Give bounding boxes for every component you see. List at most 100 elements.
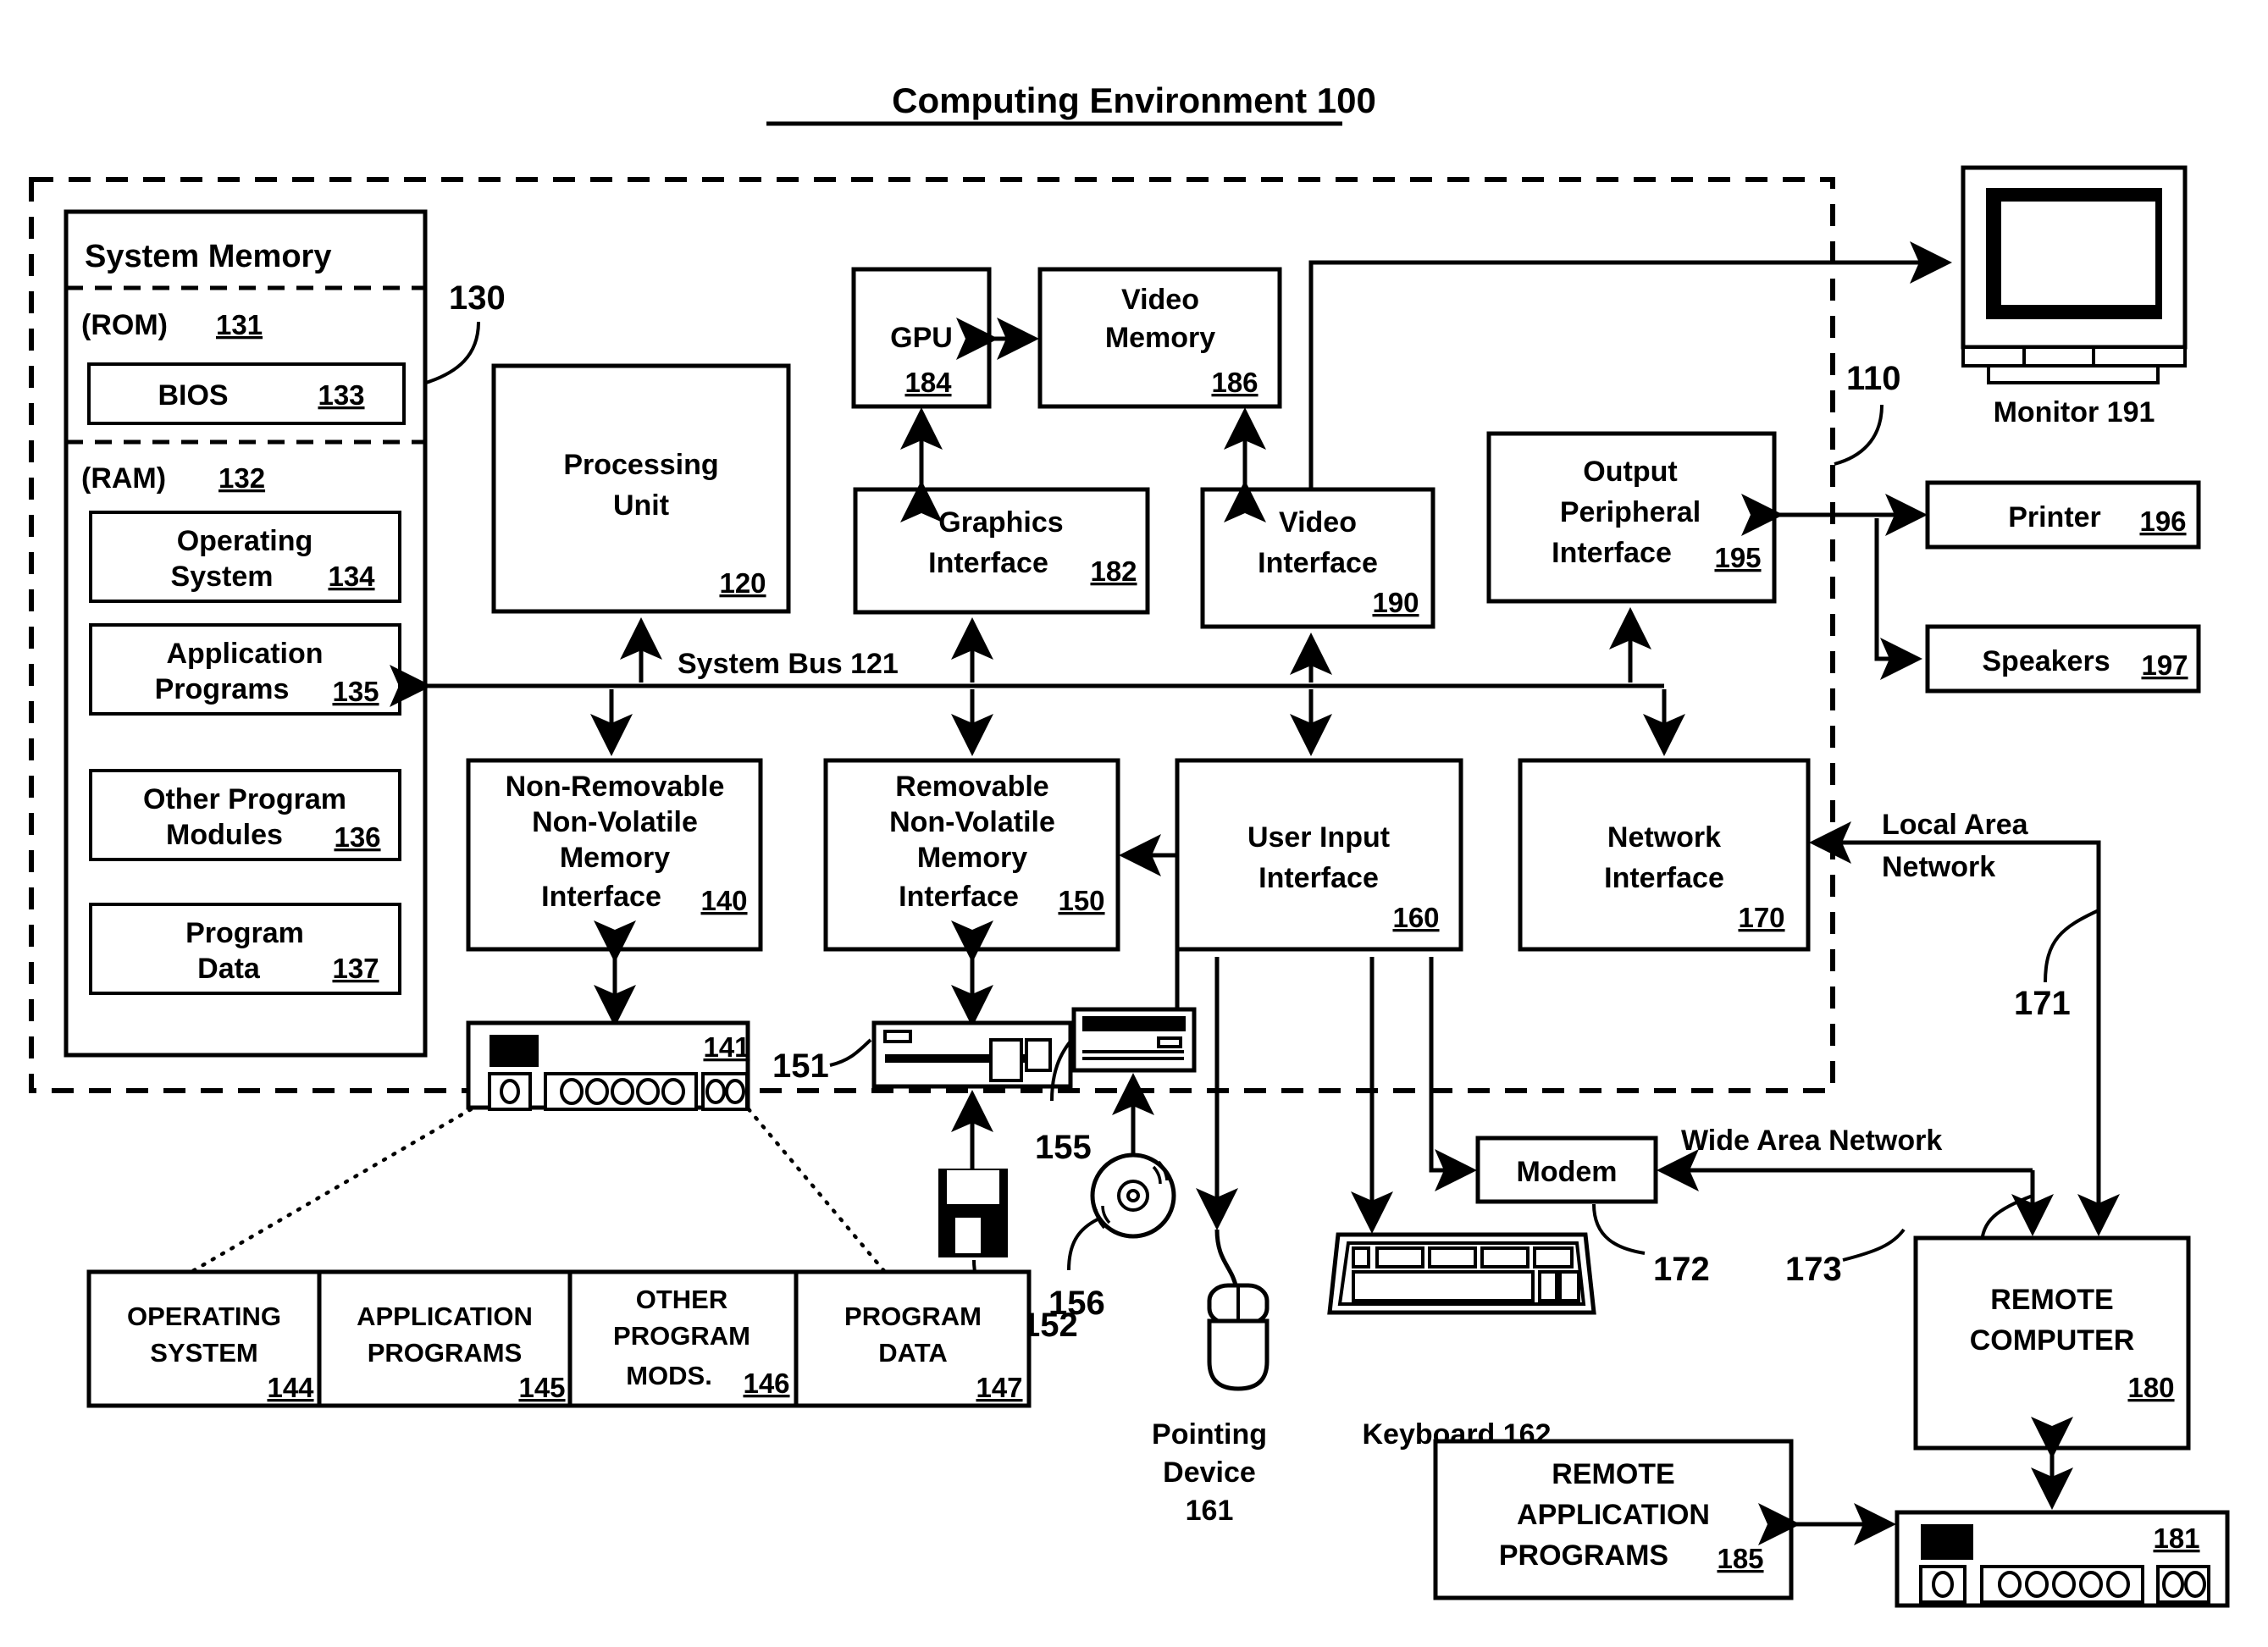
- floppy-drive-btn: [1025, 1038, 1052, 1072]
- gpu-ref-184: 184: [904, 367, 952, 398]
- remote-computer-180: REMOTE COMPUTER 180: [1913, 1235, 2191, 1451]
- pu-line2: Unit: [613, 489, 669, 522]
- app-ref-135: 135: [332, 676, 379, 707]
- rm-line3: Memory: [917, 842, 1027, 874]
- remote-storage-indicator: [1921, 1524, 1973, 1560]
- rap-line3: PROGRAMS: [1499, 1539, 1668, 1572]
- gpu-group: GPU 184: [851, 267, 992, 409]
- optical-to-rm-link: [1119, 834, 1180, 1016]
- mod-line1: Other Program: [143, 783, 346, 815]
- graphics-interface-group: Graphics Interface 182: [853, 487, 1150, 615]
- speakers-197: Speakers 197: [1925, 624, 2201, 694]
- opi-ref-195: 195: [1714, 542, 1761, 573]
- pointing-device-line1: Pointing: [1152, 1418, 1267, 1451]
- bios-label: BIOS: [158, 379, 228, 412]
- hard-drive-141: 141: [466, 1020, 750, 1111]
- hdd-ref-141: 141: [703, 1031, 750, 1063]
- vi-line2: Interface: [1258, 547, 1378, 579]
- mod-ref-136: 136: [334, 821, 380, 853]
- monitor-label: Monitor 191: [1994, 396, 2155, 428]
- table-col2-ref-146: 146: [743, 1368, 789, 1399]
- computing-environment-diagram: Computing Environment 100 System Memory …: [29, 80, 2230, 1608]
- pointing-device-line2: Device: [1163, 1456, 1256, 1489]
- ref-173-label: 173: [1785, 1251, 1842, 1288]
- gi-ref-182: 182: [1090, 555, 1137, 587]
- pu-ref-120: 120: [719, 567, 766, 599]
- storage-table: OPERATING SYSTEM 144 APPLICATION PROGRAM…: [86, 1269, 1032, 1408]
- opi-line2: Peripheral: [1560, 496, 1701, 528]
- pdata-line1: Program: [185, 917, 304, 949]
- keyboard-main-keys: [1352, 1270, 1535, 1302]
- gi-line1: Graphics: [938, 506, 1063, 539]
- os-line1: Operating: [177, 525, 313, 557]
- table-col1-line2: PROGRAMS: [368, 1338, 523, 1368]
- wan-label: Wide Area Network: [1681, 1125, 1942, 1157]
- monitor-base-strip: [1961, 345, 2187, 368]
- vi-ref-190: 190: [1372, 587, 1419, 618]
- table-col2-line1: OTHER: [636, 1285, 728, 1314]
- local-area-network-label: Local Area Network: [1882, 809, 2029, 883]
- system-memory-header: System Memory: [85, 239, 331, 274]
- floppy-disk-shutter: [947, 1170, 999, 1204]
- remote-storage-181: 181: [1895, 1510, 2230, 1608]
- ref-110-label: 110: [1846, 360, 1901, 397]
- rc-ref-180: 180: [2127, 1372, 2174, 1403]
- nrm-line1: Non-Removable: [506, 771, 725, 803]
- bios-ref: 133: [318, 379, 364, 411]
- rc-line1: REMOTE: [1990, 1284, 2113, 1316]
- optical-drive-tray: [1082, 1016, 1186, 1031]
- keyboard-fn-group-2: [1428, 1246, 1477, 1268]
- gi-line2: Interface: [928, 547, 1048, 579]
- rc-line2: COMPUTER: [1970, 1324, 2135, 1357]
- rom-ref: 131: [216, 309, 263, 340]
- output-peripheral-interface-group: Output Peripheral Interface 195: [1486, 431, 1777, 604]
- processing-unit-group: Processing Unit 120: [491, 363, 791, 614]
- ref-171-leader: 171: [2014, 909, 2099, 1022]
- gpu-label: GPU: [890, 322, 953, 354]
- figure-canvas: Computing Environment 100 System Memory …: [0, 0, 2268, 1647]
- nrm-line2: Non-Volatile: [532, 806, 698, 838]
- pointing-device-161: Pointing Device 161: [1152, 1229, 1270, 1527]
- modem-label: Modem: [1517, 1156, 1618, 1188]
- nrm-line4: Interface: [541, 881, 661, 913]
- ref-151-label: 151: [772, 1047, 829, 1085]
- nrm-ref-140: 140: [700, 885, 747, 916]
- printer-196: Printer 196: [1925, 480, 2201, 550]
- video-memory-group: Video Memory 186: [1037, 267, 1282, 409]
- pdata-line2: Data: [197, 953, 261, 985]
- system-bus-label: System Bus 121: [678, 648, 899, 680]
- table-col3-ref-147: 147: [976, 1372, 1022, 1403]
- keyboard-nav-keys: [1538, 1270, 1558, 1302]
- uii-line2: Interface: [1258, 862, 1379, 894]
- ref-130-label: 130: [449, 279, 506, 317]
- keyboard-162: Keyboard 162: [1327, 1232, 1596, 1451]
- vmem-line1: Video: [1121, 284, 1199, 316]
- removable-memory-interface-group: Removable Non-Volatile Memory Interface …: [823, 758, 1120, 952]
- table-col0-line1: OPERATING: [127, 1302, 281, 1331]
- optical-disc-156: 156: [1048, 1152, 1176, 1322]
- printer-ref-196: 196: [2139, 506, 2186, 537]
- rm-line4: Interface: [899, 881, 1019, 913]
- uii-ref-160: 160: [1392, 902, 1439, 933]
- system-memory-group: System Memory (ROM) 131 BIOS 133 (RAM) 1…: [64, 209, 428, 1058]
- vi-line1: Video: [1279, 506, 1357, 539]
- table-col3-line2: DATA: [878, 1338, 948, 1368]
- ref-171-label: 171: [2014, 985, 2071, 1022]
- video-interface-group: Video Interface 190: [1200, 487, 1435, 629]
- table-col1-ref-145: 145: [518, 1372, 565, 1403]
- table-col1-line1: APPLICATION: [357, 1302, 533, 1331]
- network-interface-group: Network Interface 170: [1518, 758, 1811, 952]
- uii-line1: User Input: [1247, 821, 1390, 854]
- page-title: Computing Environment 100: [892, 80, 1376, 120]
- keyboard-numpad: [1558, 1270, 1580, 1302]
- rm-ref-150: 150: [1058, 885, 1104, 916]
- mouse-cable: [1214, 1229, 1239, 1290]
- pdata-ref-137: 137: [332, 953, 379, 984]
- speakers-label: Speakers: [1982, 645, 2110, 677]
- lan-line1: Local Area: [1882, 809, 2029, 841]
- keyboard-esc: [1352, 1246, 1370, 1268]
- ni-line1: Network: [1607, 821, 1721, 854]
- nrm-line3: Memory: [560, 842, 670, 874]
- ram-ref: 132: [219, 462, 265, 494]
- rm-line1: Removable: [895, 771, 1048, 803]
